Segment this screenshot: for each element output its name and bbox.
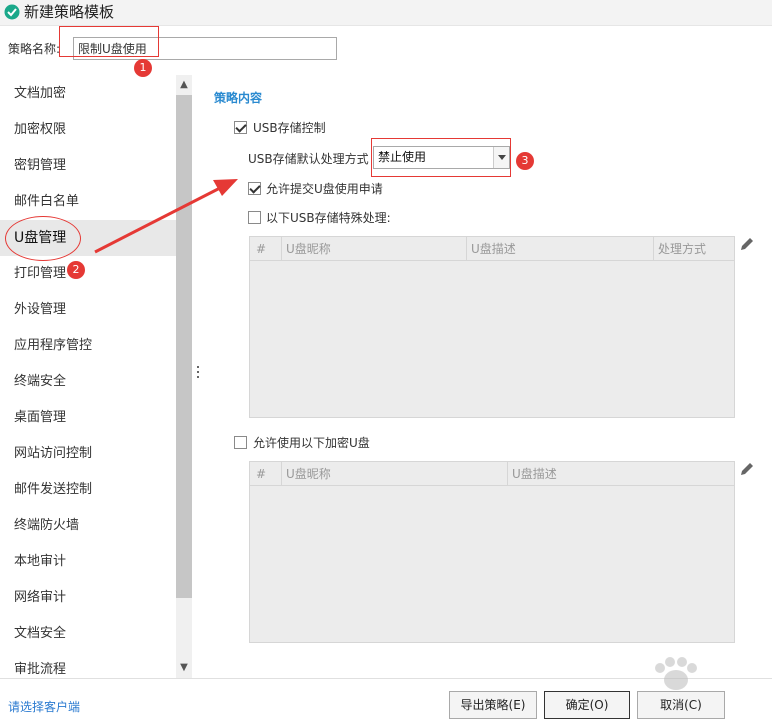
title-bar: 新建策略模板: [0, 0, 772, 26]
column-header-index[interactable]: #: [250, 462, 281, 486]
sidebar-item-peripheral-management[interactable]: 外设管理: [0, 292, 176, 328]
usb-special-table: # U盘昵称 U盘描述 处理方式: [249, 236, 735, 418]
annotation-marker-1: 1: [134, 59, 152, 77]
sidebar-item-endpoint-firewall[interactable]: 终端防火墙: [0, 508, 176, 544]
sidebar-scrollbar-thumb[interactable]: [176, 95, 192, 598]
encrypted-usb-table: # U盘昵称 U盘描述: [249, 461, 735, 643]
sidebar-item-local-audit[interactable]: 本地审计: [0, 544, 176, 580]
sidebar-item-encrypt-permission[interactable]: 加密权限: [0, 112, 176, 148]
allow-request-label: 允许提交U盘使用申请: [266, 182, 383, 196]
usb-control-label: USB存储控制: [253, 121, 326, 135]
sidebar-item-network-audit[interactable]: 网络审计: [0, 580, 176, 616]
usb-control-checkbox[interactable]: [234, 121, 247, 134]
export-policy-button[interactable]: 导出策略(E): [449, 691, 537, 719]
annotation-marker-3: 3: [516, 152, 534, 170]
policy-name-label: 策略名称:: [8, 42, 61, 56]
scroll-down-icon[interactable]: ▼: [176, 660, 192, 676]
sidebar-item-print-management[interactable]: 打印管理: [0, 256, 176, 292]
sidebar-item-approval-flow[interactable]: 审批流程: [0, 652, 176, 678]
splitter-handle[interactable]: [196, 366, 200, 382]
column-header-usb-description[interactable]: U盘描述: [466, 237, 653, 261]
app-logo-icon: [4, 4, 20, 20]
sidebar-item-website-access[interactable]: 网站访问控制: [0, 436, 176, 472]
pencil-edit-icon[interactable]: [739, 236, 755, 252]
column-header-usb-nickname[interactable]: U盘昵称: [281, 237, 466, 261]
table-header: # U盘昵称 U盘描述: [250, 462, 734, 486]
special-handling-label: 以下USB存储特殊处理:: [266, 211, 391, 225]
allow-encrypted-label: 允许使用以下加密U盘: [253, 436, 370, 450]
sidebar-item-mail-send-control[interactable]: 邮件发送控制: [0, 472, 176, 508]
pencil-edit-icon[interactable]: [739, 461, 755, 477]
select-client-link[interactable]: 请选择客户端: [8, 698, 80, 715]
sidebar-item-key-management[interactable]: 密钥管理: [0, 148, 176, 184]
sidebar-item-doc-encrypt[interactable]: 文档加密: [0, 76, 176, 112]
sidebar-item-document-security[interactable]: 文档安全: [0, 616, 176, 652]
next-section-title-partial: [214, 671, 218, 678]
allow-request-checkbox[interactable]: [248, 182, 261, 195]
special-handling-checkbox[interactable]: [248, 211, 261, 224]
annotation-box-3: [371, 138, 511, 177]
scroll-up-icon[interactable]: ▲: [176, 77, 192, 93]
annotation-ellipse-2: [5, 216, 81, 261]
table-header: # U盘昵称 U盘描述 处理方式: [250, 237, 734, 261]
sidebar-item-app-control[interactable]: 应用程序管控: [0, 328, 176, 364]
allow-encrypted-checkbox[interactable]: [234, 436, 247, 449]
sidebar-item-endpoint-security[interactable]: 终端安全: [0, 364, 176, 400]
column-header-action[interactable]: 处理方式: [653, 237, 734, 261]
column-header-index[interactable]: #: [250, 237, 281, 261]
column-header-usb-nickname[interactable]: U盘昵称: [281, 462, 507, 486]
sidebar-item-desktop-management[interactable]: 桌面管理: [0, 400, 176, 436]
section-title: 策略内容: [214, 91, 263, 105]
sidebar-item-mail-whitelist[interactable]: 邮件白名单: [0, 184, 176, 220]
window-title: 新建策略模板: [24, 3, 115, 21]
category-sidebar: 文档加密 加密权限 密钥管理 邮件白名单 U盘管理 打印管理 外设管理 应用程序…: [0, 75, 176, 678]
annotation-box-1: [59, 26, 159, 57]
column-header-usb-description[interactable]: U盘描述: [507, 462, 734, 486]
default-action-label: USB存储默认处理方式: [248, 152, 369, 166]
annotation-marker-2: 2: [67, 261, 85, 279]
watermark-logo: [655, 657, 697, 690]
